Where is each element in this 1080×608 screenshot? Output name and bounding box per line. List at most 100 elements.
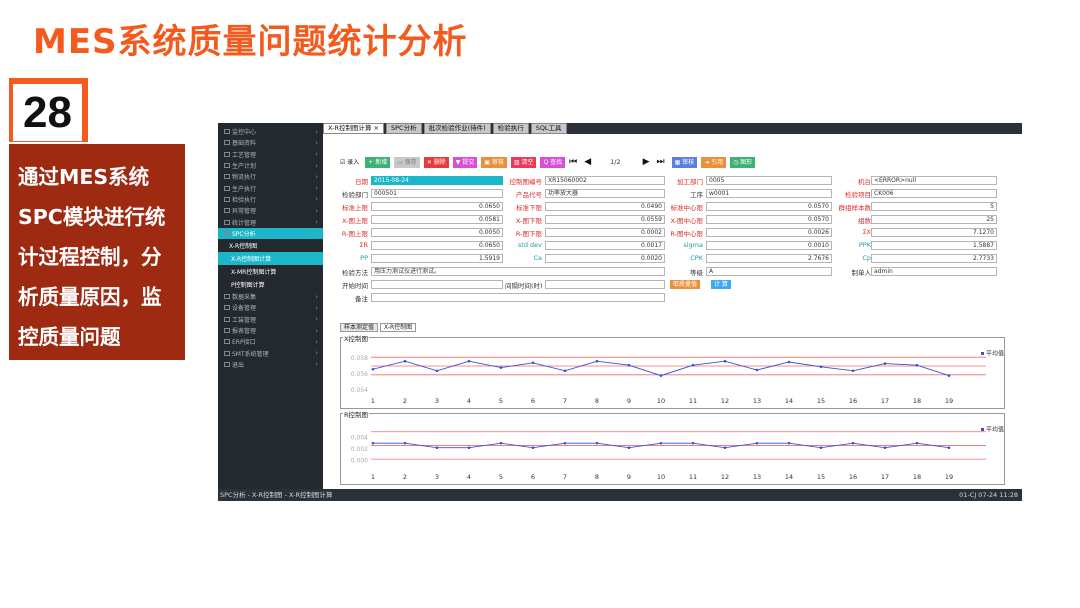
sidebar-item[interactable]: 统计管理 › [218, 216, 323, 227]
product-code-field[interactable]: 功率放大器 [545, 189, 665, 198]
control-no-field[interactable]: XR15060002 [545, 176, 665, 185]
ppk-field[interactable]: 1.5887 [871, 241, 997, 250]
first-page-icon[interactable]: ⏮ [569, 157, 577, 167]
toolbar: ☑ 录入 + 新增 ▭ 保存 ✕ 删除 ▼ 提交 ▣ 审核 ▥ 清空 Q 查找 ⏮ ◀ 1/2 ▶ ⏭ ▦… [340, 156, 759, 168]
prev-page-icon[interactable]: ◀ [584, 157, 591, 167]
inspect-dept-field[interactable]: 000501 [371, 189, 503, 198]
next-page-icon[interactable]: ▶ [643, 157, 650, 167]
data-point [627, 363, 631, 367]
sidebar-item[interactable]: 生产执行 › [218, 182, 323, 193]
calculate-button[interactable]: 计 算 [711, 280, 731, 289]
process-dept-field[interactable]: 0005 [706, 176, 832, 185]
field-label: 组数 [858, 217, 871, 225]
ca-field[interactable]: 0.0020 [545, 254, 665, 263]
sum-r-field[interactable]: 0.0650 [371, 241, 503, 250]
r-lower-field[interactable]: 0.0002 [545, 228, 665, 237]
sidebar-item[interactable]: 物流执行 › [218, 171, 323, 182]
field-label: 加工部门 [677, 178, 703, 186]
last-page-icon[interactable]: ⏭ [657, 157, 665, 167]
toolbar-right-button[interactable]: ⇥ 引用 [701, 156, 727, 168]
subtab-0[interactable]: 样本测定值 [340, 323, 379, 332]
sidebar-item-label: 报表管理 [232, 328, 257, 335]
field-label: 日期 [355, 178, 368, 186]
sidebar-subitem[interactable]: X-MR控制图计算 [218, 265, 323, 278]
sidebar-subitem[interactable]: X-R控制图计算 [218, 251, 323, 265]
sidebar-item[interactable]: ERP接口 › [218, 336, 323, 347]
field-label: 检验项目 [845, 191, 871, 199]
r-upper-field[interactable]: 0.0050 [371, 228, 503, 237]
x-tick-label: 14 [785, 397, 793, 405]
sidebar-item[interactable]: 报表管理 › [218, 325, 323, 336]
cp-field[interactable]: 2.7733 [871, 254, 997, 263]
sum-x-field[interactable]: 7.1270 [871, 228, 997, 237]
toolbar-button[interactable]: ✕ 删除 [423, 156, 449, 168]
sidebar-item-label: SPC分析 [232, 230, 256, 238]
menu-icon [224, 185, 230, 191]
tab-2[interactable]: 批次检验作业(待件) [423, 123, 491, 134]
sidebar-item[interactable]: 数据采集 › [218, 291, 323, 302]
entry-checkbox[interactable]: ☑ 录入 [340, 157, 359, 168]
procedure-field[interactable]: w0001 [706, 189, 832, 198]
sidebar-item[interactable]: 生产计划 › [218, 160, 323, 171]
sidebar-item-label: 生产执行 [232, 185, 257, 193]
grade-field[interactable]: A [706, 267, 832, 276]
get-quality-button[interactable]: 取质量值 [670, 280, 701, 289]
toolbar-right-button[interactable]: ◷ 图形 [730, 156, 756, 168]
toolbar-button[interactable]: ▼ 提交 [452, 156, 478, 168]
std-center-field[interactable]: 0.0570 [706, 202, 832, 211]
sidebar-item[interactable]: 工艺管理 › [218, 149, 323, 160]
chevron-right-icon: › [315, 184, 318, 193]
sidebar-item[interactable]: 监控中心 › [218, 126, 323, 137]
sigma-field[interactable]: 0.0010 [706, 241, 832, 250]
field-label: 标准中心限 [670, 204, 704, 212]
sidebar-item[interactable]: SMT系统管理 › [218, 347, 323, 358]
sidebar-item[interactable]: 检验执行 › [218, 194, 323, 205]
data-point [851, 369, 855, 373]
r-center-field[interactable]: 0.0026 [706, 228, 832, 237]
toolbar-button[interactable]: ▥ 清空 [510, 156, 537, 168]
creator-field[interactable]: admin [871, 267, 997, 276]
toolbar-button[interactable]: + 新增 [365, 156, 391, 168]
toolbar-button[interactable]: ▭ 保存 [394, 156, 420, 168]
tab-4[interactable]: SQL工具 [530, 123, 567, 134]
tab-3[interactable]: 检验执行 [492, 123, 529, 134]
sidebar-subgroup-header[interactable]: X-R控制图 [218, 239, 323, 252]
sidebar-item[interactable]: 设备管理 › [218, 302, 323, 313]
sidebar-item[interactable]: 异常管理 › [218, 205, 323, 216]
x-tick-label: 6 [531, 397, 535, 405]
toolbar-right-button[interactable]: ▦ 审核 [671, 156, 698, 168]
std-dev-field[interactable]: 0.0017 [545, 241, 665, 250]
menu-icon [224, 163, 230, 169]
date-field[interactable]: 2015-08-24 [371, 176, 503, 185]
sidebar-item[interactable]: 工装管理 › [218, 314, 323, 325]
interval-field[interactable] [545, 280, 665, 289]
toolbar-button[interactable]: ▣ 审核 [481, 156, 507, 168]
x-tick-label: 12 [721, 473, 729, 481]
x-tick-label: 16 [849, 473, 857, 481]
std-upper-field[interactable]: 0.0650 [371, 202, 503, 211]
method-field[interactable]: 用压力测试仪进行测试。 [371, 267, 665, 276]
start-time-field[interactable] [371, 280, 503, 289]
subtab-1[interactable]: X-R控制图 [380, 323, 417, 332]
std-lower-field[interactable]: 0.0490 [545, 202, 665, 211]
cpk-field[interactable]: 2.7676 [706, 254, 832, 263]
tab-1[interactable]: SPC分析 [386, 123, 422, 134]
sidebar-subitem[interactable]: P控制图计算 [218, 278, 323, 291]
x-lower-field[interactable]: 0.0559 [545, 215, 665, 224]
tab-0[interactable]: X-R控制图计算 × [323, 123, 385, 134]
group-size-field[interactable]: 5 [871, 202, 997, 211]
remark-field[interactable] [371, 293, 665, 302]
pp-field[interactable]: 1.5919 [371, 254, 503, 263]
machine-field[interactable]: <ERROR>null [871, 176, 997, 185]
toolbar-button[interactable]: Q 查找 [540, 156, 566, 168]
sidebar-item[interactable]: 退出 › [218, 359, 323, 370]
x-tick-label: 13 [753, 397, 761, 405]
menu-icon [224, 230, 230, 236]
x-center-field[interactable]: 0.0570 [706, 215, 832, 224]
field-label: 工序 [690, 191, 703, 199]
inspect-item-field[interactable]: CK006 [871, 189, 997, 198]
sidebar-item[interactable]: SPC分析 ⌄ [218, 227, 323, 239]
sidebar-item[interactable]: 基础资料 › [218, 137, 323, 148]
groups-field[interactable]: 25 [871, 215, 997, 224]
x-upper-field[interactable]: 0.0581 [371, 215, 503, 224]
